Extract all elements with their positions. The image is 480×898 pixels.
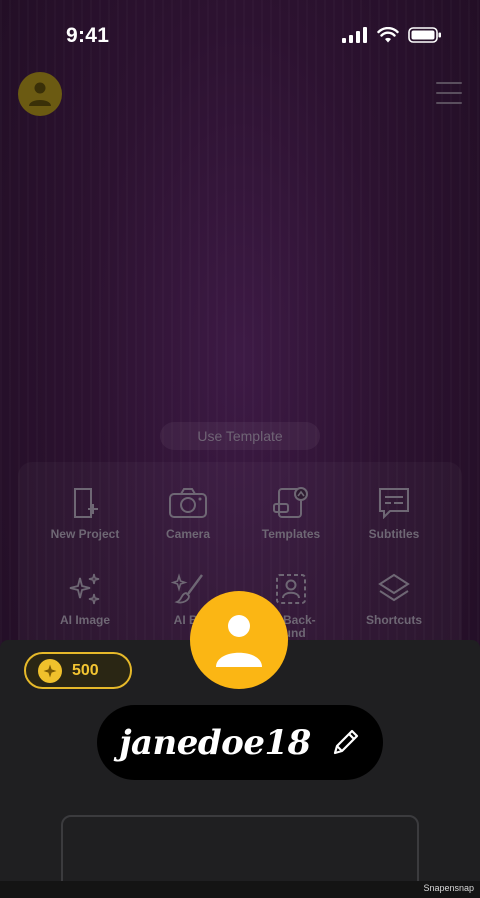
subtitles-icon xyxy=(379,488,409,519)
app-screen: 9:41 Use Template New Project Camera Tem… xyxy=(0,0,480,898)
status-icons xyxy=(342,27,442,43)
layers-icon xyxy=(378,573,410,602)
wifi-icon xyxy=(377,27,399,43)
tool-label: Shortcuts xyxy=(365,613,422,627)
coin-count: 500 xyxy=(72,661,99,679)
tool-camera[interactable]: Camera xyxy=(133,484,243,541)
tool-new-project[interactable]: New Project xyxy=(30,484,140,541)
coin-balance-badge[interactable]: 500 xyxy=(24,652,132,689)
tool-subtitles[interactable]: Subtitles xyxy=(339,484,449,541)
hamburger-menu-icon[interactable] xyxy=(436,82,462,104)
remove-background-icon xyxy=(276,574,306,604)
bottom-strip xyxy=(0,881,480,898)
camera-icon xyxy=(169,488,207,518)
header-avatar-button[interactable] xyxy=(18,72,62,116)
tool-label: AI Image xyxy=(59,613,110,627)
use-template-button[interactable]: Use Template xyxy=(160,422,320,450)
pencil-edit-icon[interactable] xyxy=(329,727,361,759)
tool-label: Camera xyxy=(165,527,211,541)
tool-label: Templates xyxy=(261,527,321,541)
watermark-text: Snapensnap xyxy=(423,883,474,893)
tool-shortcuts[interactable]: Shortcuts xyxy=(339,570,449,627)
ai-brush-icon xyxy=(171,573,203,604)
sparkles-icon xyxy=(69,573,100,605)
username-pill[interactable]: janedoe18 xyxy=(97,705,383,780)
coin-icon xyxy=(38,658,62,683)
battery-icon xyxy=(408,27,441,43)
templates-icon xyxy=(273,487,308,518)
cellular-signal-icon xyxy=(342,27,367,43)
status-bar: 9:41 xyxy=(0,0,480,70)
tool-templates[interactable]: Templates xyxy=(236,484,346,541)
new-project-icon xyxy=(74,488,98,518)
user-icon xyxy=(29,82,51,106)
tool-label: New Project xyxy=(50,527,120,541)
username-text: janedoe18 xyxy=(119,722,311,763)
tool-label: Subtitles xyxy=(368,527,420,541)
user-icon xyxy=(216,615,262,667)
tool-ai-image[interactable]: AI Image xyxy=(30,570,140,627)
status-time: 9:41 xyxy=(66,24,110,47)
profile-avatar[interactable] xyxy=(190,591,288,689)
